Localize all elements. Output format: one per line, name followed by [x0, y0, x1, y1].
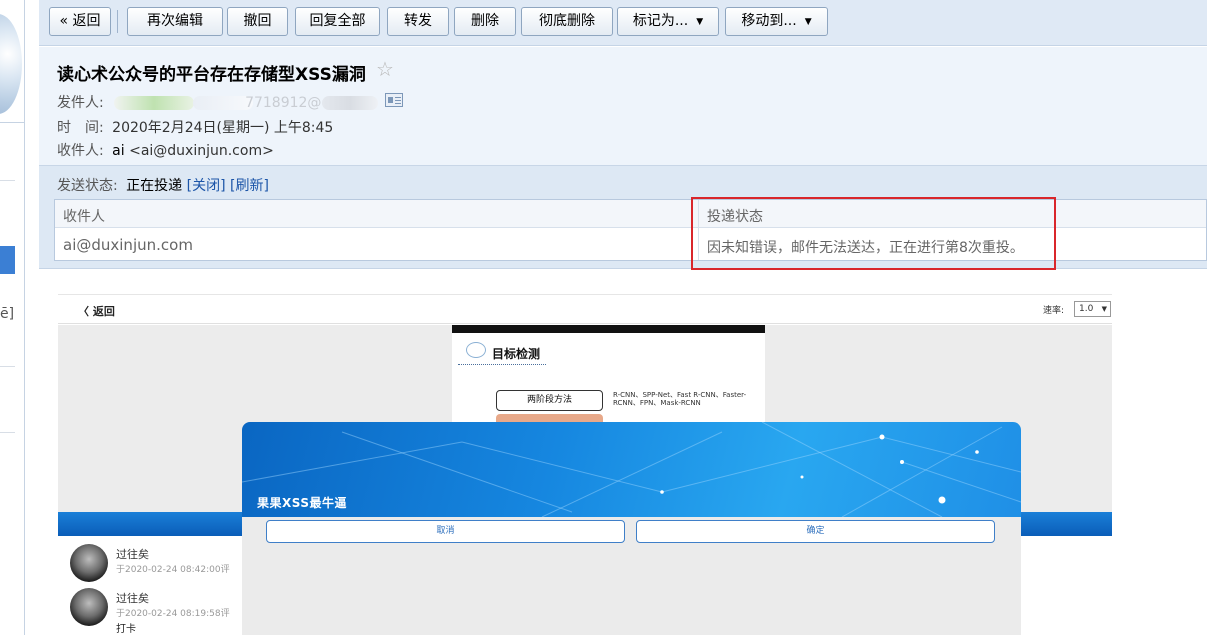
- back-button[interactable]: « 返回: [49, 7, 111, 36]
- delivery-status-line: 发送状态: 正在投递 [关闭] [刷新]: [57, 175, 269, 195]
- sender-redacted: [321, 96, 378, 110]
- to-row: 收件人: ai <ai@duxinjun.com>: [57, 140, 274, 160]
- recipient-column-header: 收件人: [63, 209, 105, 225]
- embedded-back-link[interactable]: 〈 返回: [78, 303, 115, 319]
- nav-divider: [0, 432, 15, 433]
- recipient-cell: ai@duxinjun.com: [63, 236, 193, 254]
- highlight-annotation-box: [691, 197, 1056, 270]
- left-nav: ē]: [0, 0, 25, 635]
- delivery-status-value: 正在投递: [126, 178, 183, 194]
- xss-popup-dialog: 果果XSS最牛逼 取消 确定: [242, 422, 1021, 635]
- nav-divider: [0, 180, 15, 181]
- comment-time: 于2020-02-24 08:19:58评: [116, 609, 230, 619]
- mail-header: 读心术公众号的平台存在存储型XSS漏洞 ☆ 发件人: 7718912@ > 时 …: [39, 47, 1207, 165]
- comment-author: 过往矣: [116, 592, 149, 605]
- chevron-down-icon: ▼: [804, 17, 812, 27]
- network-pattern-graphic: [242, 422, 1021, 518]
- folder-panel: [0, 122, 24, 635]
- cancel-button[interactable]: 取消: [266, 520, 625, 543]
- confirm-button[interactable]: 确定: [636, 520, 995, 543]
- embedded-slide: 目标检测 两阶段方法 R-CNN、SPP-Net、Fast R-CNN、Fast…: [452, 325, 765, 426]
- reply-all-button[interactable]: 回复全部: [295, 7, 380, 36]
- delete-button[interactable]: 删除: [454, 7, 516, 36]
- avatar: [70, 544, 108, 582]
- move-to-label: 移动到...: [741, 13, 797, 29]
- nav-divider: [0, 366, 15, 367]
- star-icon[interactable]: ☆: [376, 57, 394, 81]
- withdraw-button[interactable]: 撤回: [227, 7, 288, 36]
- nav-item-fragment[interactable]: ē]: [0, 306, 14, 322]
- sender-redacted: [192, 96, 253, 110]
- sender-address-fragment: 7718912@: [245, 95, 322, 111]
- mail-subject: 读心术公众号的平台存在存储型XSS漏洞: [57, 65, 366, 85]
- slide-note: R-CNN、SPP-Net、Fast R-CNN、Faster-RCNN、FPN…: [613, 391, 747, 407]
- mail-toolbar: « 返回 再次编辑 撤回 回复全部 转发 删除 彻底删除 标记为... ▼ 移动到…: [39, 0, 1207, 46]
- brain-icon: [466, 342, 486, 358]
- sender-name-redacted: [114, 96, 195, 110]
- from-row: 发件人: 7718912@ >: [57, 92, 396, 112]
- time-value: 2020年2月24日(星期一) 上午8:45: [112, 120, 334, 136]
- reedit-button[interactable]: 再次编辑: [127, 7, 223, 36]
- refresh-status-link[interactable]: [刷新]: [230, 178, 269, 194]
- move-to-dropdown[interactable]: 移动到... ▼: [725, 7, 828, 36]
- to-label: 收件人:: [57, 143, 104, 159]
- slide-method-box: 两阶段方法: [496, 390, 603, 411]
- rate-value: 1.0: [1079, 304, 1094, 314]
- time-label: 时 间:: [57, 120, 104, 136]
- mark-as-label: 标记为...: [632, 13, 689, 29]
- mail-read-view: « 返回 再次编辑 撤回 回复全部 转发 删除 彻底删除 标记为... ▼ 移动到…: [39, 0, 1207, 635]
- delete-permanently-button[interactable]: 彻底删除: [521, 7, 613, 36]
- dialog-title: 果果XSS最牛逼: [257, 496, 347, 510]
- to-address: <ai@duxinjun.com>: [129, 143, 274, 159]
- rate-select[interactable]: 1.0 ▼: [1074, 301, 1111, 317]
- comment-time: 于2020-02-24 08:42:00评: [116, 565, 230, 575]
- chevron-down-icon: ▼: [696, 17, 704, 27]
- embedded-back-label: 返回: [92, 305, 115, 318]
- slide-dotted-line: [458, 364, 546, 365]
- contact-card-icon[interactable]: [385, 93, 403, 107]
- close-status-link[interactable]: [关闭]: [187, 178, 226, 194]
- logo-globe-icon: [0, 14, 22, 114]
- to-name: ai: [112, 143, 125, 159]
- toolbar-separator: [117, 10, 118, 33]
- slide-title: 目标检测: [492, 347, 541, 361]
- avatar: [70, 588, 108, 626]
- from-label: 发件人:: [57, 95, 104, 111]
- chevron-down-icon: ▼: [1101, 305, 1107, 313]
- chevron-left-icon: 〈: [78, 305, 93, 318]
- delivery-status-label: 发送状态:: [57, 178, 118, 194]
- embedded-topbar: 〈 返回 速率: 1.0 ▼: [58, 294, 1112, 324]
- comment-author: 过往矣: [116, 548, 149, 561]
- comment-text: 打卡: [116, 624, 136, 635]
- rate-label: 速率:: [1043, 306, 1065, 316]
- embedded-screenshot: 〈 返回 速率: 1.0 ▼ 目标检测 两阶段方法 R-CNN、SPP-Net、…: [58, 294, 1112, 635]
- nav-selected-item[interactable]: [0, 246, 15, 274]
- mark-as-dropdown[interactable]: 标记为... ▼: [617, 7, 719, 36]
- dialog-banner: [242, 422, 1021, 518]
- time-row: 时 间: 2020年2月24日(星期一) 上午8:45: [57, 117, 333, 137]
- forward-button[interactable]: 转发: [387, 7, 449, 36]
